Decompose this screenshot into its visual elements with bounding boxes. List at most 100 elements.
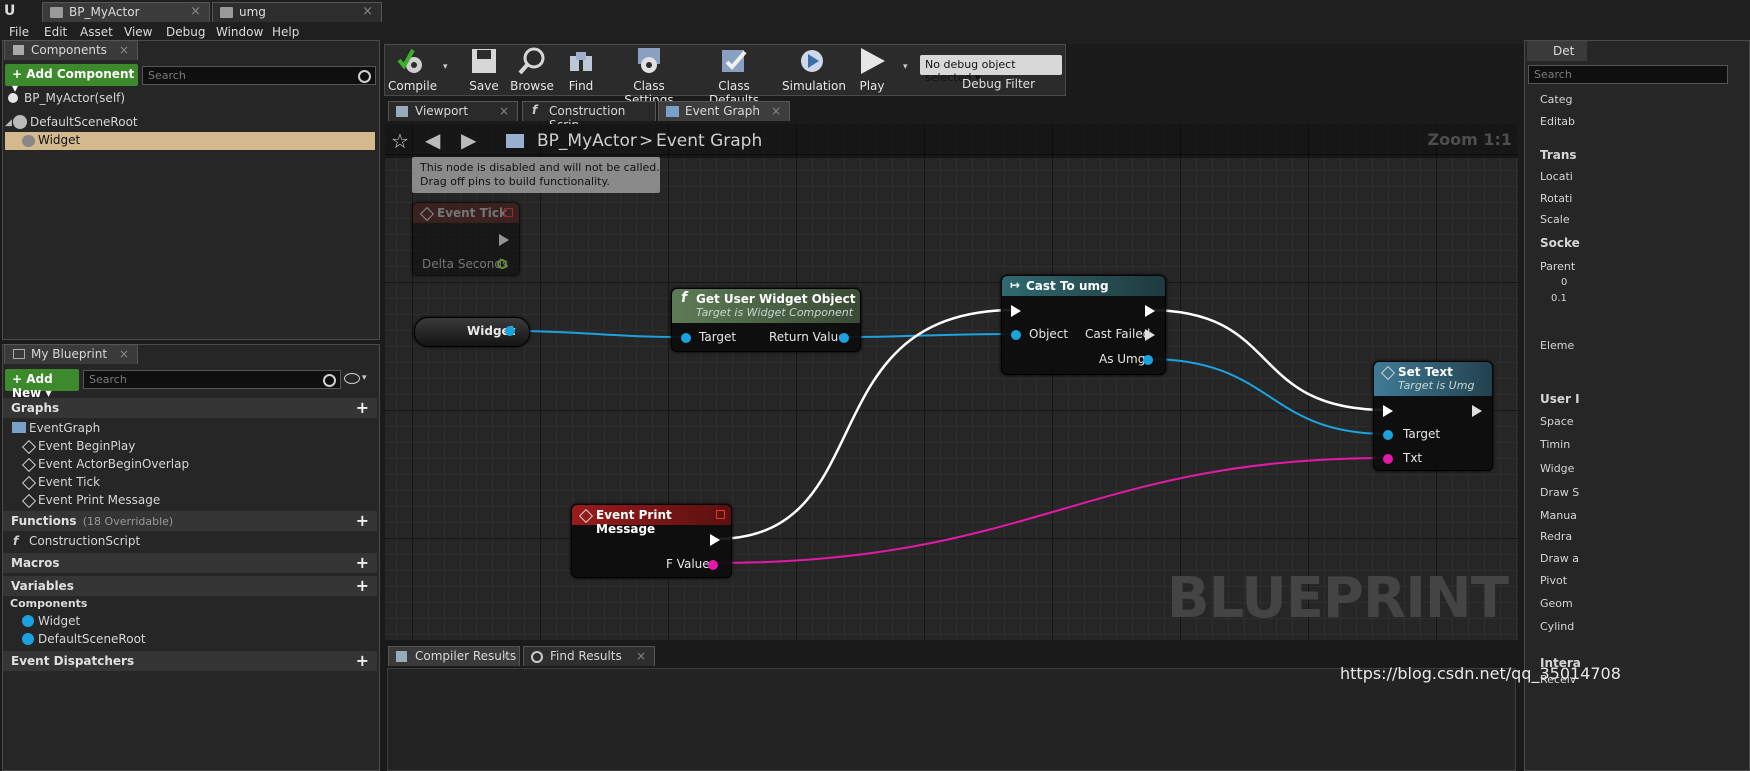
tab-components[interactable]: Components × xyxy=(4,40,138,60)
tree-item-defaultsceneroot[interactable]: DefaultSceneRoot xyxy=(30,115,138,129)
return-out-pin[interactable] xyxy=(839,333,849,343)
list-item-event[interactable]: Event Print Message xyxy=(38,493,160,507)
node-event-tick[interactable]: Event Tick Delta Seconds xyxy=(412,202,520,276)
tab-construction-script[interactable]: f Construction Scrip xyxy=(522,101,656,132)
details-row: Space xyxy=(1540,415,1574,428)
add-dispatcher-icon[interactable]: + xyxy=(356,651,369,670)
details-section[interactable]: Socke xyxy=(1540,236,1580,250)
add-macro-icon[interactable]: + xyxy=(356,553,369,572)
menu-window[interactable]: Window xyxy=(216,25,263,39)
find-button[interactable]: Find xyxy=(560,46,602,93)
compile-options-chevron-icon[interactable]: ▾ xyxy=(443,62,448,72)
txt-in-pin[interactable] xyxy=(1383,454,1393,464)
doc-tab-bp-myactor[interactable]: BP_MyActor × xyxy=(42,2,210,22)
exec-in-pin[interactable] xyxy=(1011,305,1021,317)
tab-compiler-results[interactable]: Compiler Results × xyxy=(388,646,520,666)
self-item[interactable]: BP_MyActor(self) xyxy=(24,91,125,105)
add-component-button[interactable]: + Add Component ▾ xyxy=(5,64,138,95)
cast-failed-exec-pin[interactable] xyxy=(1145,329,1155,341)
class-defaults-button[interactable]: Class Defaults xyxy=(694,46,774,107)
string-out-pin[interactable] xyxy=(708,560,718,570)
details-value[interactable]: 0 xyxy=(1561,277,1567,288)
menu-help[interactable]: Help xyxy=(272,25,299,39)
tab-event-graph[interactable]: Event Graph × xyxy=(658,101,790,121)
components-search-input[interactable]: Search xyxy=(142,66,376,85)
subsection-components[interactable]: Components xyxy=(10,597,87,610)
exec-out-pin[interactable] xyxy=(710,534,720,546)
section-variables[interactable]: Variables + xyxy=(3,576,377,596)
object-out-pin[interactable] xyxy=(505,326,515,336)
doc-tab-umg[interactable]: umg × xyxy=(212,2,382,22)
list-item-eventgraph[interactable]: EventGraph xyxy=(29,421,100,435)
menu-view[interactable]: View xyxy=(124,25,152,39)
as-umg-out-pin[interactable] xyxy=(1143,355,1153,365)
exec-out-pin[interactable] xyxy=(499,234,509,246)
object-in-pin[interactable] xyxy=(1011,330,1021,340)
details-section[interactable]: User I xyxy=(1540,392,1580,406)
close-icon[interactable]: × xyxy=(119,43,129,57)
compile-button[interactable]: Compile xyxy=(388,46,437,93)
simulation-button[interactable]: Simulation xyxy=(782,46,846,93)
node-set-text[interactable]: Set Text Target is Umg Target Txt xyxy=(1373,361,1493,471)
menu-asset[interactable]: Asset xyxy=(80,25,113,39)
node-event-print-message[interactable]: Event Print Message F Value xyxy=(571,504,732,578)
menu-edit[interactable]: Edit xyxy=(44,25,67,39)
close-icon[interactable]: × xyxy=(636,649,646,663)
close-icon[interactable]: × xyxy=(499,104,509,118)
tab-my-blueprint[interactable]: My Blueprint × xyxy=(4,344,138,364)
eye-icon[interactable] xyxy=(344,373,360,384)
wire-asumg-to-target xyxy=(1147,358,1388,435)
list-item-constructionscript[interactable]: ConstructionScript xyxy=(29,534,140,548)
save-button[interactable]: Save xyxy=(463,46,505,93)
close-icon[interactable]: × xyxy=(119,347,129,361)
menu-debug[interactable]: Debug xyxy=(166,25,205,39)
exec-out-pin[interactable] xyxy=(1145,305,1155,317)
play-button[interactable]: Play xyxy=(850,46,894,93)
add-variable-icon[interactable]: + xyxy=(356,576,369,595)
menu-file[interactable]: File xyxy=(9,25,29,39)
play-options-chevron-icon[interactable]: ▾ xyxy=(903,62,908,72)
tab-viewport[interactable]: Viewport × xyxy=(388,101,518,121)
section-macros[interactable]: Macros + xyxy=(3,553,377,573)
target-in-pin[interactable] xyxy=(1383,430,1393,440)
chevron-down-icon[interactable]: ▾ xyxy=(362,373,367,383)
details-section[interactable]: Trans xyxy=(1540,148,1577,162)
section-label: Graphs xyxy=(11,401,60,415)
tab-details[interactable]: Det xyxy=(1527,41,1587,61)
target-in-pin[interactable] xyxy=(681,333,691,343)
close-icon[interactable]: × xyxy=(771,104,781,118)
delegate-pin-icon[interactable] xyxy=(716,510,725,519)
graph-canvas[interactable]: ☆ ◀ ▶ BP_MyActor > Event Graph Zoom 1:1 … xyxy=(385,124,1518,640)
list-item-event[interactable]: Event ActorBeginOverlap xyxy=(38,457,189,471)
details-search-input[interactable]: Search xyxy=(1528,65,1728,84)
my-blueprint-search-input[interactable]: Search xyxy=(83,370,341,389)
class-settings-button[interactable]: Class Settings xyxy=(610,46,688,107)
tree-item-widget[interactable]: Widget xyxy=(38,133,80,147)
close-icon[interactable]: × xyxy=(501,649,511,663)
section-graphs[interactable]: Graphs + xyxy=(3,398,377,418)
close-icon[interactable]: × xyxy=(190,4,201,19)
list-item-variable[interactable]: Widget xyxy=(38,614,80,628)
node-widget-variable[interactable]: Widget xyxy=(414,317,530,347)
node-cast-to-umg[interactable]: ↦ Cast To umg Object Cast Failed As Umg xyxy=(1001,275,1166,375)
unreal-logo-icon[interactable]: U xyxy=(4,3,22,19)
list-item-event[interactable]: Event BeginPlay xyxy=(38,439,135,453)
exec-out-pin[interactable] xyxy=(1472,405,1482,417)
exec-in-pin[interactable] xyxy=(1383,405,1393,417)
delegate-pin-icon[interactable] xyxy=(504,208,513,217)
expand-arrow-icon[interactable]: ◢ xyxy=(5,118,12,128)
debug-object-select[interactable]: No debug object selected ▾ xyxy=(920,55,1062,84)
node-get-user-widget-object[interactable]: f Get User Widget Object Target is Widge… xyxy=(671,288,861,352)
details-value[interactable]: 0.1 xyxy=(1551,293,1567,304)
list-item-variable[interactable]: DefaultSceneRoot xyxy=(38,632,146,646)
close-icon[interactable]: × xyxy=(362,4,373,19)
browse-button[interactable]: Browse xyxy=(510,46,554,93)
add-new-button[interactable]: + Add New ▾ xyxy=(5,369,79,400)
add-graph-icon[interactable]: + xyxy=(356,398,369,417)
float-pin[interactable] xyxy=(497,259,507,269)
tab-find-results[interactable]: Find Results × xyxy=(523,646,655,666)
section-functions[interactable]: Functions (18 Overridable) + xyxy=(3,511,377,531)
list-item-event[interactable]: Event Tick xyxy=(38,475,100,489)
section-event-dispatchers[interactable]: Event Dispatchers + xyxy=(3,651,377,671)
add-function-icon[interactable]: + xyxy=(356,511,369,530)
